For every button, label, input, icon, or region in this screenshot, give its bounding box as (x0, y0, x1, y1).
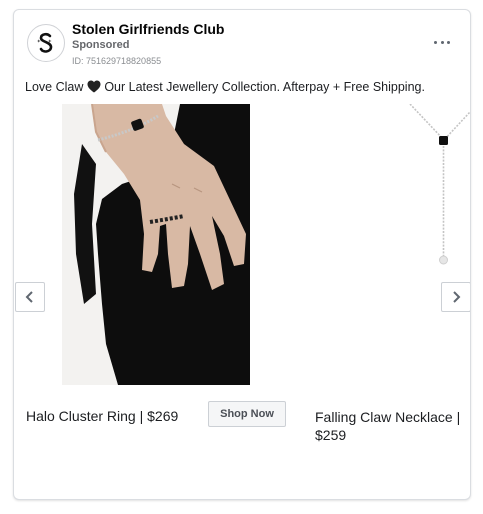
chevron-left-icon (25, 291, 33, 303)
product-title-falling-claw-necklace[interactable]: Falling Claw Necklace | $259 (315, 408, 470, 444)
product-image-falling-claw-necklace[interactable] (408, 104, 470, 385)
product-title-halo-cluster-ring[interactable]: Halo Cluster Ring | $269 (26, 408, 178, 424)
black-heart-icon (87, 80, 101, 93)
carousel-next-button[interactable] (441, 282, 470, 312)
chevron-right-icon (453, 291, 461, 303)
caption-text-start: Love Claw (25, 80, 87, 94)
page-avatar[interactable] (27, 24, 65, 62)
more-options-icon[interactable] (434, 40, 450, 46)
sponsored-label[interactable]: Sponsored (72, 39, 129, 51)
page-name[interactable]: Stolen Girlfriends Club (72, 21, 224, 37)
carousel-prev-button[interactable] (15, 282, 45, 312)
shop-now-button[interactable]: Shop Now (208, 401, 286, 427)
ad-card: Stolen Girlfriends Club Sponsored ID: 75… (13, 9, 471, 500)
stolen-girlfriends-logo-icon (37, 32, 53, 53)
caption-text-end: Our Latest Jewellery Collection. Afterpa… (100, 80, 425, 94)
product-image-halo-cluster-ring[interactable] (62, 104, 250, 385)
post-caption: Love Claw Our Latest Jewellery Collectio… (25, 80, 425, 94)
ad-id: ID: 751629718820855 (72, 56, 162, 66)
